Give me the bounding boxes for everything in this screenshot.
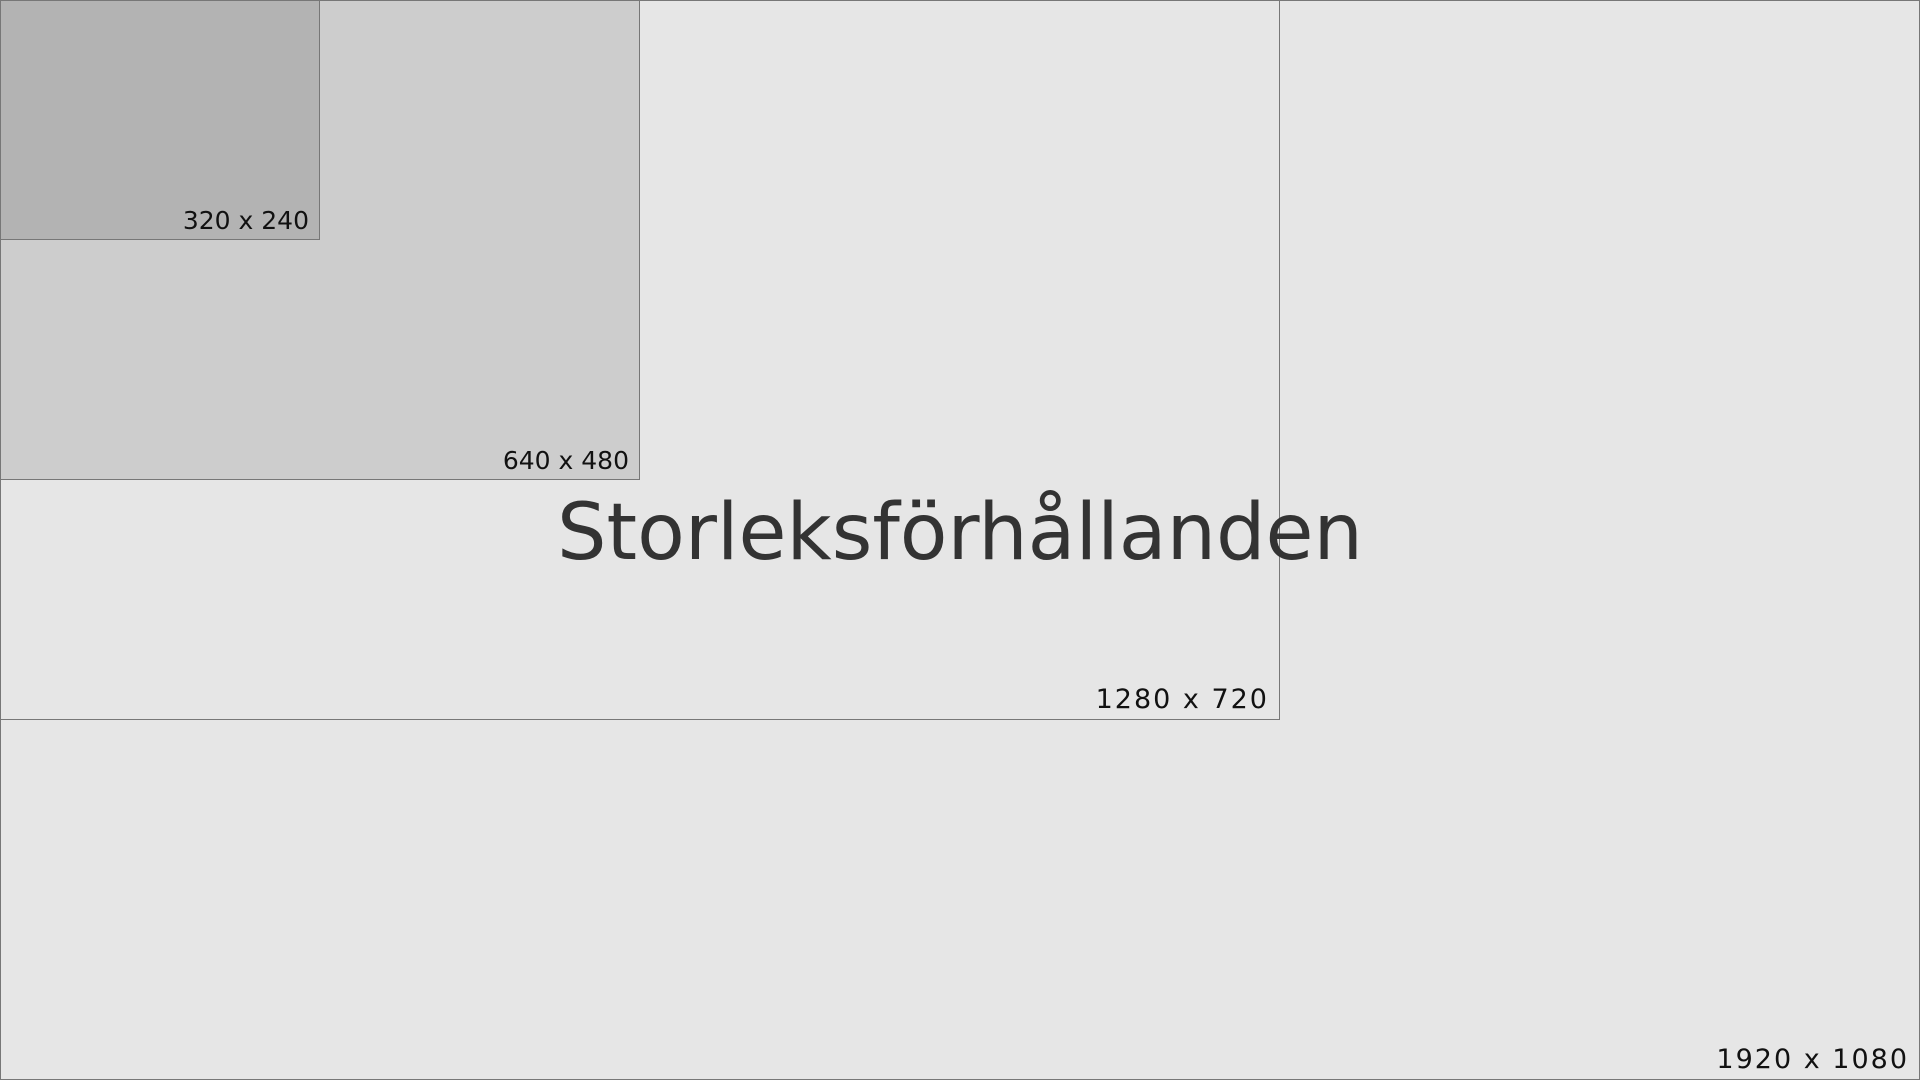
resolution-label-320x240: 320 x 240 — [182, 206, 309, 235]
resolution-box-320x240: 320 x 240 — [0, 0, 320, 240]
resolution-label-1280x720: 1280 x 720 — [1095, 684, 1269, 715]
resolution-label-640x480: 640 x 480 — [502, 446, 629, 475]
resolution-label-1920x1080: 1920 x 1080 — [1716, 1044, 1909, 1075]
page-title: Storleksförhållanden — [557, 488, 1363, 578]
